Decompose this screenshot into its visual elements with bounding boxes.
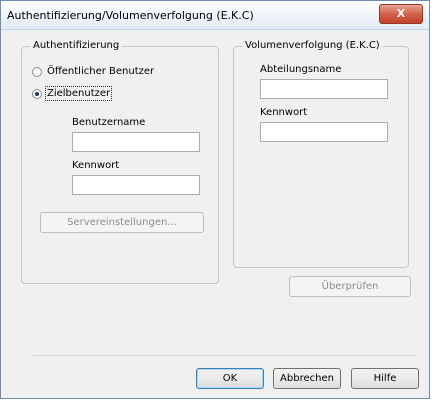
close-button[interactable]: X (379, 4, 423, 24)
close-icon: X (396, 7, 406, 20)
radio-public-label: Öffentlicher Benutzer (47, 66, 155, 77)
radio-target-indicator[interactable] (32, 88, 42, 99)
auth-password-label: Kennwort (72, 160, 120, 171)
dialog-client: Authentifizierung Öffentlicher Benutzer … (5, 30, 425, 396)
cancel-button[interactable]: Abbrechen (273, 368, 341, 389)
ok-button[interactable]: OK (196, 368, 264, 389)
radio-public-indicator[interactable] (32, 66, 42, 77)
radio-target-user[interactable]: Zielbenutzer (32, 86, 113, 101)
volume-group-title: Volumenverfolgung (E.K.C) (242, 40, 383, 51)
volume-password-input[interactable] (260, 122, 388, 142)
username-label: Benutzername (72, 117, 146, 128)
help-button[interactable]: Hilfe (351, 368, 419, 389)
auth-group-title: Authentifizierung (30, 40, 123, 51)
radio-target-label: Zielbenutzer (44, 86, 113, 101)
username-input[interactable] (72, 132, 200, 152)
auth-group: Authentifizierung Öffentlicher Benutzer … (21, 40, 219, 284)
radio-public-user[interactable]: Öffentlicher Benutzer (32, 66, 154, 77)
window-title: Authentifizierung/Volumenverfolgung (E.K… (7, 9, 254, 22)
auth-password-input[interactable] (72, 175, 200, 195)
footer-separator (33, 355, 417, 356)
dialog-window: Authentifizierung/Volumenverfolgung (E.K… (0, 0, 430, 399)
department-input[interactable] (260, 79, 388, 99)
volume-group: Volumenverfolgung (E.K.C) Abteilungsname… (233, 40, 409, 268)
department-label: Abteilungsname (260, 64, 342, 75)
server-settings-button[interactable]: Servereinstellungen... (40, 212, 204, 233)
volume-password-label: Kennwort (260, 107, 308, 118)
title-bar: Authentifizierung/Volumenverfolgung (E.K… (1, 1, 429, 30)
verify-button[interactable]: Überprüfen (289, 276, 411, 297)
